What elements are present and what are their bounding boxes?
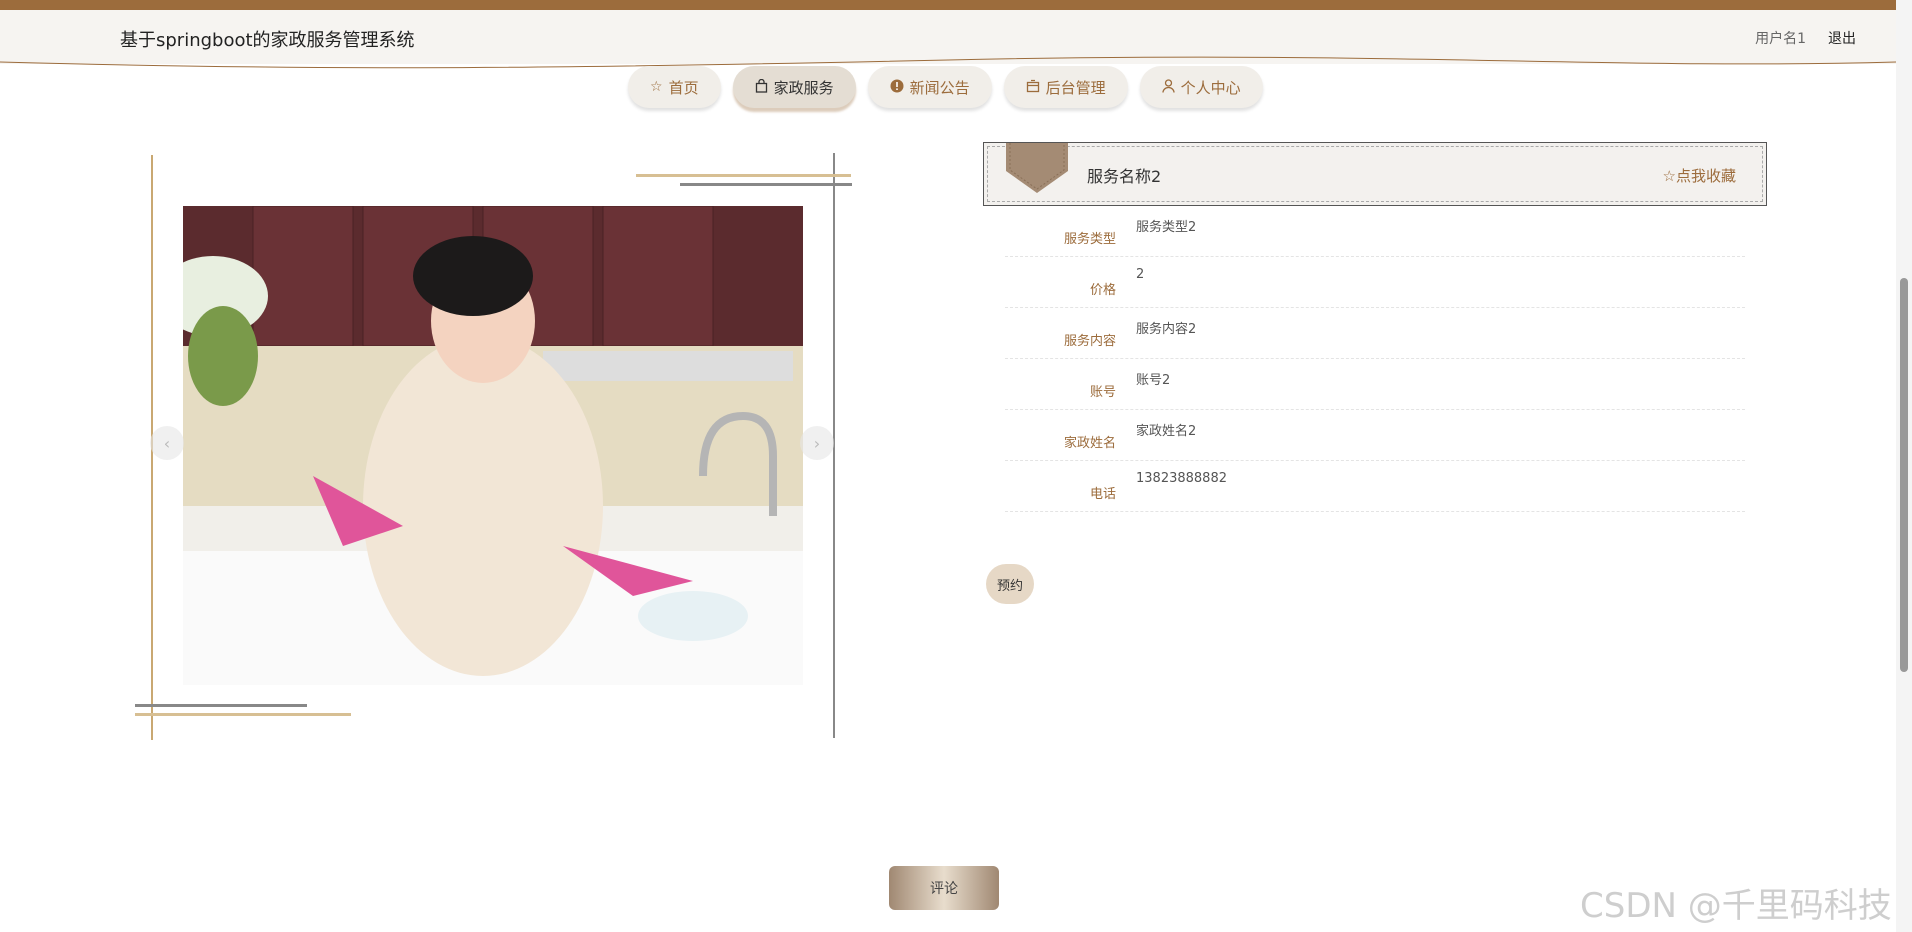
frame-line xyxy=(135,713,351,716)
frame-line xyxy=(636,174,851,177)
field-row-account: 账号 账号2 xyxy=(1005,359,1745,410)
frame-line xyxy=(680,183,852,186)
service-name: 服务名称2 xyxy=(1087,167,1162,186)
field-label: 服务内容 xyxy=(1063,334,1116,349)
nav-item-news[interactable]: 新闻公告 xyxy=(867,66,992,108)
field-label: 账号 xyxy=(1089,385,1116,400)
field-value: 家政姓名2 xyxy=(1136,424,1197,439)
carousel-prev-button[interactable]: ‹ xyxy=(150,426,184,460)
field-label: 电话 xyxy=(1089,487,1116,502)
favorite-button[interactable]: ☆点我收藏 xyxy=(1663,165,1736,186)
carousel-next-button[interactable]: › xyxy=(800,426,834,460)
field-label: 服务类型 xyxy=(1063,232,1116,247)
nav-item-personal-center[interactable]: 个人中心 xyxy=(1139,66,1263,108)
watermark: CSDN @千里码科技 xyxy=(1580,886,1892,926)
bag-icon xyxy=(755,78,768,96)
nav-label: 家政服务 xyxy=(773,78,834,97)
nav-item-home[interactable]: ☆ 首页 xyxy=(628,66,721,108)
field-value: 13823888882 xyxy=(1136,471,1227,486)
main-nav: ☆ 首页 家政服务 新闻公告 后台管理 个人中心 xyxy=(628,66,1263,108)
logout-link[interactable]: 退出 xyxy=(1828,28,1856,48)
book-button[interactable]: 预约 xyxy=(986,564,1034,604)
chevron-right-icon: › xyxy=(813,433,821,453)
page-scrollbar[interactable] xyxy=(1896,0,1912,932)
field-value: 服务内容2 xyxy=(1136,322,1197,337)
scrollbar-thumb[interactable] xyxy=(1900,278,1908,672)
alert-icon xyxy=(890,79,904,96)
detail-fields: 服务类型 服务类型2 价格 2 服务内容 服务内容2 账号 账号2 家政姓名 家… xyxy=(1005,206,1745,512)
nav-label: 新闻公告 xyxy=(909,78,970,97)
user-icon xyxy=(1161,78,1175,96)
nav-item-admin[interactable]: 后台管理 xyxy=(1003,66,1128,108)
field-row-phone: 电话 13823888882 xyxy=(1005,461,1745,512)
field-value: 服务类型2 xyxy=(1136,220,1197,235)
nav-label: 首页 xyxy=(668,78,699,97)
service-photo xyxy=(183,206,803,685)
field-row-price: 价格 2 xyxy=(1005,257,1745,308)
top-accent-bar xyxy=(0,0,1896,10)
service-detail-panel: 服务名称2 ☆点我收藏 服务类型 服务类型2 价格 2 服务内容 服务内容2 账… xyxy=(983,142,1767,604)
field-row-service-type: 服务类型 服务类型2 xyxy=(1005,206,1745,257)
username[interactable]: 用户名1 xyxy=(1755,28,1806,48)
nav-label: 后台管理 xyxy=(1045,78,1106,97)
nav-label: 个人中心 xyxy=(1180,78,1241,97)
box-icon xyxy=(1026,79,1040,96)
frame-line xyxy=(135,704,307,707)
field-label: 价格 xyxy=(1089,283,1116,298)
chevron-left-icon: ‹ xyxy=(163,433,171,453)
field-value: 账号2 xyxy=(1136,373,1171,388)
site-header: 基于springboot的家政服务管理系统 用户名1 退出 xyxy=(0,10,1896,69)
field-row-service-content: 服务内容 服务内容2 xyxy=(1005,308,1745,359)
service-image-carousel: ‹ › xyxy=(134,150,854,740)
field-row-housekeeper-name: 家政姓名 家政姓名2 xyxy=(1005,410,1745,461)
comment-button[interactable]: 评论 xyxy=(889,866,999,910)
user-area: 用户名1 退出 xyxy=(1755,28,1856,48)
site-title: 基于springboot的家政服务管理系统 xyxy=(120,30,415,51)
star-icon: ☆ xyxy=(650,79,663,95)
detail-header: 服务名称2 ☆点我收藏 xyxy=(983,142,1767,206)
ribbon-badge-icon xyxy=(1006,143,1068,193)
field-value: 2 xyxy=(1136,267,1145,282)
nav-item-housekeeping-service[interactable]: 家政服务 xyxy=(732,66,856,108)
field-label: 家政姓名 xyxy=(1063,436,1116,451)
